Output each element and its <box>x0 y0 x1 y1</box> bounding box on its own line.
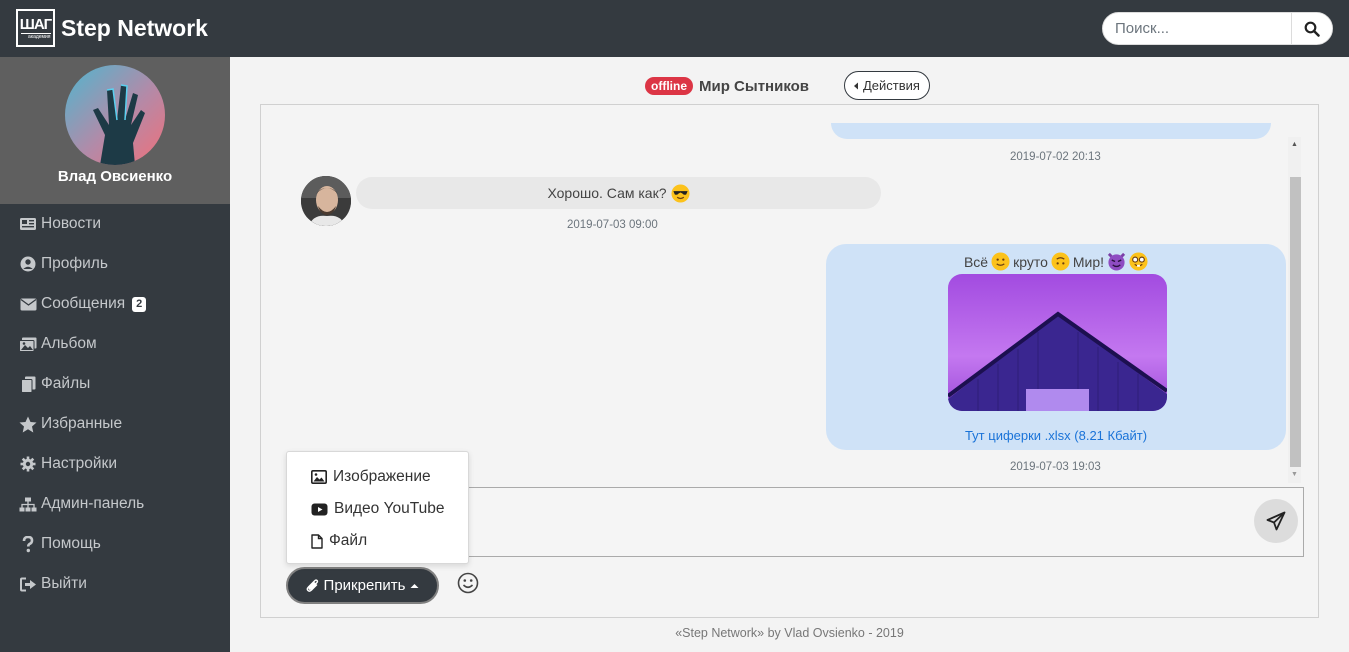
avatar[interactable] <box>65 65 165 165</box>
sidebar-item-profile[interactable]: Профиль <box>0 244 230 284</box>
sitemap-icon <box>19 495 37 513</box>
message-bubble-outgoing <box>831 123 1271 139</box>
message-image[interactable] <box>948 274 1167 411</box>
emoji-button[interactable] <box>457 572 479 594</box>
scrollbar-thumb[interactable] <box>1290 177 1301 467</box>
sunglasses-emoji <box>670 183 690 203</box>
sidebar-nav: Новости Профиль Сообщения 2 Альбом Файлы… <box>0 204 230 604</box>
peer-avatar[interactable] <box>301 176 351 226</box>
actions-button[interactable]: Действия <box>844 71 930 100</box>
star-icon <box>19 415 37 433</box>
sidebar-item-logout[interactable]: Выйти <box>0 564 230 604</box>
actions-label: Действия <box>863 78 920 93</box>
upside-down-emoji <box>1051 252 1070 271</box>
slight-smile-emoji <box>991 252 1010 271</box>
search-input[interactable] <box>1103 13 1293 44</box>
peer-name[interactable]: Мир Сытников <box>699 78 809 95</box>
caret-up-icon <box>410 583 419 588</box>
sidebar: Влад Овсиенко Новости Профиль Сообщения … <box>0 57 230 652</box>
message-bubble-outgoing: Всё круто Мир! Тут циферки .xlsx (8.21 К… <box>826 244 1286 450</box>
message-text-part: круто <box>1013 253 1048 270</box>
search-button[interactable] <box>1291 13 1332 44</box>
message-timestamp: 2019-07-03 09:00 <box>567 219 658 231</box>
status-badge: offline <box>645 77 693 95</box>
sidebar-item-label: Сообщения <box>41 295 126 312</box>
attach-label: Прикрепить <box>323 577 406 594</box>
profile-name[interactable]: Влад Овсиенко <box>0 168 230 185</box>
logo-subtext: академия <box>20 32 51 40</box>
sidebar-item-label: Файлы <box>41 375 91 392</box>
question-icon <box>19 535 37 553</box>
sidebar-item-label: Новости <box>41 215 102 232</box>
attach-button[interactable]: Прикрепить <box>286 567 439 604</box>
unread-badge: 2 <box>132 296 147 312</box>
nerd-emoji <box>1129 252 1148 271</box>
menu-item-label: Файл <box>329 532 368 549</box>
paper-plane-icon <box>1266 511 1286 531</box>
message-text-part: Всё <box>963 253 989 270</box>
sidebar-item-messages[interactable]: Сообщения 2 <box>0 284 230 324</box>
message-timestamp: 2019-07-02 20:13 <box>1010 151 1101 163</box>
sidebar-item-help[interactable]: Помощь <box>0 524 230 564</box>
scroll-up-icon[interactable]: ▲ <box>1291 141 1298 148</box>
sidebar-item-news[interactable]: Новости <box>0 204 230 244</box>
sidebar-item-label: Профиль <box>41 255 108 272</box>
top-navbar: ШАГ академия Step Network <box>0 0 1349 57</box>
menu-item-label: Изображение <box>333 468 431 485</box>
paperclip-icon <box>306 579 318 592</box>
sidebar-item-admin[interactable]: Админ-панель <box>0 484 230 524</box>
message-text-part: Мир! <box>1072 253 1105 270</box>
brand[interactable]: ШАГ академия Step Network <box>16 9 208 47</box>
devil-emoji <box>1107 252 1126 271</box>
youtube-icon <box>311 503 328 515</box>
sidebar-item-label: Выйти <box>41 575 87 592</box>
footer: «Step Network» by Vlad Ovsienko - 2019 <box>675 626 904 640</box>
message-timestamp: 2019-07-03 19:03 <box>1010 461 1101 473</box>
chat-header: offline Мир Сытников <box>645 72 809 100</box>
brand-name[interactable]: Step Network <box>61 15 208 42</box>
sidebar-item-label: Альбом <box>41 335 97 352</box>
user-circle-icon <box>19 255 37 273</box>
smile-icon <box>457 572 479 594</box>
logo: ШАГ академия <box>16 9 55 47</box>
sidebar-item-favorites[interactable]: Избранные <box>0 404 230 444</box>
sidebar-item-label: Настройки <box>41 455 118 472</box>
sidebar-item-files[interactable]: Файлы <box>0 364 230 404</box>
sidebar-item-settings[interactable]: Настройки <box>0 444 230 484</box>
sidebar-item-album[interactable]: Альбом <box>0 324 230 364</box>
search-icon <box>1304 21 1320 37</box>
message-bubble-incoming: Хорошо. Сам как? <box>356 177 881 209</box>
menu-item-file[interactable]: Файл <box>311 532 367 550</box>
message-list: 2019-07-02 20:13 Хорошо. Сам как? 2019-0… <box>261 105 1306 485</box>
attached-file-link[interactable]: Тут циферки .xlsx (8.21 Кбайт) <box>826 428 1286 443</box>
sidebar-item-label: Избранные <box>41 415 123 432</box>
envelope-icon <box>19 295 37 313</box>
menu-item-label: Видео YouTube <box>334 500 445 517</box>
sign-out-icon <box>19 575 37 593</box>
send-button[interactable] <box>1254 499 1298 543</box>
file-icon <box>311 533 323 549</box>
attach-dropdown-menu: Изображение Видео YouTube Файл <box>286 451 469 564</box>
sidebar-item-label: Админ-панель <box>41 495 145 512</box>
image-icon <box>311 470 327 484</box>
files-icon <box>19 375 37 393</box>
menu-item-youtube[interactable]: Видео YouTube <box>311 500 445 518</box>
caret-left-icon <box>854 82 858 89</box>
gear-icon <box>19 455 37 473</box>
sidebar-item-label: Помощь <box>41 535 101 552</box>
menu-item-image[interactable]: Изображение <box>311 468 431 486</box>
logo-text: ШАГ <box>19 15 52 33</box>
scroll-down-icon[interactable]: ▼ <box>1291 471 1298 478</box>
message-text: Всё круто Мир! <box>826 252 1286 271</box>
message-text: Хорошо. Сам как? <box>547 185 667 201</box>
newspaper-icon <box>19 215 37 233</box>
search-form <box>1102 12 1333 45</box>
images-icon <box>19 335 37 353</box>
sidebar-profile: Влад Овсиенко <box>0 57 230 204</box>
